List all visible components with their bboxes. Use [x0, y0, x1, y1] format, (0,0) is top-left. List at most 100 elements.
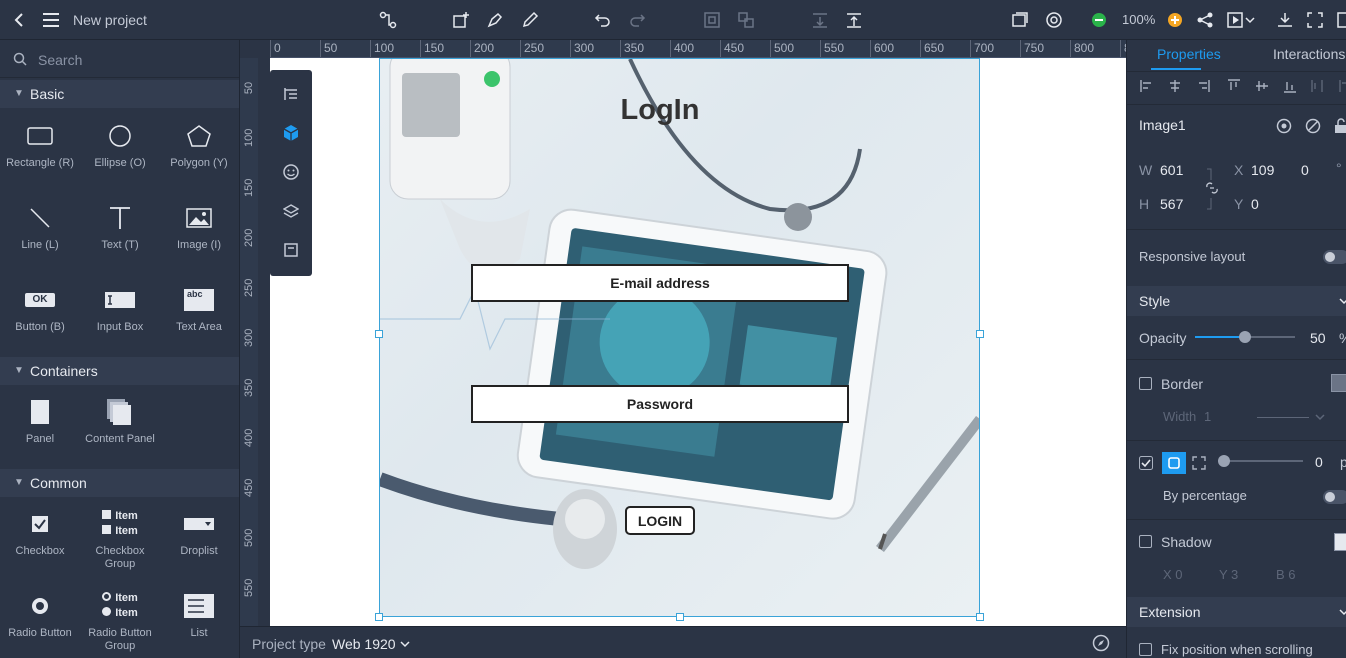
- search-input[interactable]: Search: [38, 52, 82, 68]
- chevron-down-icon[interactable]: [400, 640, 410, 648]
- shadow-checkbox[interactable]: [1139, 535, 1152, 548]
- component-polygon[interactable]: Polygon (Y): [159, 114, 239, 192]
- extension-section[interactable]: Extension: [1127, 597, 1346, 627]
- connector-icon[interactable]: [376, 8, 400, 32]
- shadow-blur-input[interactable]: B 6: [1276, 567, 1296, 582]
- x-input[interactable]: 109: [1251, 162, 1274, 178]
- radius-all-icon[interactable]: [1162, 452, 1186, 474]
- disable-icon[interactable]: [1305, 118, 1321, 134]
- settings-icon[interactable]: [1042, 8, 1066, 32]
- search-bar[interactable]: Search: [0, 40, 239, 78]
- bottom-status-bar: Project type Web 1920: [240, 626, 1126, 658]
- section-common[interactable]: ▼ Common: [0, 469, 239, 497]
- components-cube-icon[interactable]: [279, 121, 303, 145]
- master-icon[interactable]: [279, 238, 303, 262]
- outline-icon[interactable]: [279, 82, 303, 106]
- component-radio-button[interactable]: Radio Button: [0, 584, 80, 658]
- responsive-layout-toggle[interactable]: [1323, 250, 1346, 264]
- style-section[interactable]: Style: [1127, 286, 1346, 316]
- resize-handle-bottom-right[interactable]: [976, 613, 984, 621]
- radius-input[interactable]: 0: [1315, 454, 1323, 470]
- radius-checkbox[interactable]: [1139, 456, 1153, 470]
- component-content-panel[interactable]: Content Panel: [80, 390, 160, 468]
- opacity-slider-thumb[interactable]: [1239, 331, 1251, 343]
- shadow-y-input[interactable]: Y 3: [1219, 567, 1238, 582]
- project-type-select[interactable]: Web 1920: [332, 636, 396, 652]
- component-text[interactable]: Text (T): [80, 196, 160, 274]
- menu-icon[interactable]: [39, 8, 63, 32]
- shadow-color-swatch[interactable]: [1334, 533, 1346, 551]
- visibility-icon[interactable]: [1276, 118, 1292, 134]
- component-checkbox-group[interactable]: Item Item Checkbox Group: [80, 502, 160, 580]
- component-panel[interactable]: Panel: [0, 390, 80, 468]
- radius-each-icon[interactable]: [1192, 456, 1206, 470]
- lock-icon[interactable]: [1334, 118, 1346, 134]
- opacity-slider-track[interactable]: [1195, 331, 1295, 343]
- zoom-in-icon[interactable]: [1163, 8, 1187, 32]
- border-color-swatch[interactable]: [1331, 374, 1346, 392]
- component-droplist[interactable]: Droplist: [159, 502, 239, 580]
- resize-handle-bottom-left[interactable]: [375, 613, 383, 621]
- y-input[interactable]: 0: [1251, 196, 1259, 212]
- share-icon[interactable]: [1193, 8, 1217, 32]
- component-ellipse[interactable]: Ellipse (O): [80, 114, 160, 192]
- zoom-level[interactable]: 100%: [1122, 12, 1155, 27]
- zoom-out-icon[interactable]: [1087, 8, 1111, 32]
- link-ratio-icon[interactable]: [1205, 168, 1219, 210]
- email-field[interactable]: E-mail address: [471, 264, 849, 302]
- component-image[interactable]: Image (I): [159, 196, 239, 274]
- section-basic[interactable]: ▼ Basic: [0, 80, 239, 108]
- width-input[interactable]: 601: [1160, 162, 1183, 178]
- download-icon[interactable]: [1273, 8, 1297, 32]
- radius-slider[interactable]: [1218, 455, 1303, 467]
- component-input-box[interactable]: Input Box: [80, 278, 160, 356]
- chevron-down-icon[interactable]: [1243, 8, 1257, 32]
- component-checkbox[interactable]: Checkbox: [0, 502, 80, 580]
- panel-toggle-icon[interactable]: [1332, 8, 1346, 32]
- emoji-icon[interactable]: [279, 160, 303, 184]
- pencil-icon[interactable]: [518, 8, 542, 32]
- preview-device-icon[interactable]: [1008, 8, 1032, 32]
- component-radio-button-group[interactable]: Item Item Radio Button Group: [80, 584, 160, 658]
- chevron-down-icon[interactable]: [1315, 413, 1325, 421]
- height-input[interactable]: 567: [1160, 196, 1183, 212]
- component-rectangle[interactable]: Rectangle (R): [0, 114, 80, 192]
- fix-position-checkbox[interactable]: [1139, 643, 1152, 656]
- ungroup-icon[interactable]: [734, 8, 758, 32]
- border-width-input[interactable]: 1: [1204, 409, 1211, 424]
- compass-icon[interactable]: [1092, 634, 1110, 652]
- resize-handle-left[interactable]: [375, 330, 383, 338]
- border-checkbox[interactable]: [1139, 377, 1152, 390]
- pen-icon[interactable]: [483, 8, 507, 32]
- component-list[interactable]: List: [159, 584, 239, 658]
- layers-icon[interactable]: [279, 199, 303, 223]
- back-icon[interactable]: [8, 8, 32, 32]
- send-backward-icon[interactable]: [808, 8, 832, 32]
- fullscreen-icon[interactable]: [1303, 8, 1327, 32]
- radius-slider-thumb[interactable]: [1218, 455, 1230, 467]
- opacity-input[interactable]: 50: [1310, 330, 1326, 346]
- group-icon[interactable]: [700, 8, 724, 32]
- component-line[interactable]: Line (L): [0, 196, 80, 274]
- alignment-icons[interactable]: [1139, 78, 1346, 94]
- redo-icon[interactable]: [625, 8, 649, 32]
- rotation-input[interactable]: 0: [1301, 162, 1309, 178]
- add-page-icon[interactable]: [449, 8, 473, 32]
- border-style-select[interactable]: [1257, 417, 1309, 418]
- component-text-area[interactable]: abc Text Area: [159, 278, 239, 356]
- resize-handle-right[interactable]: [976, 330, 984, 338]
- tab-properties[interactable]: Properties: [1157, 46, 1221, 62]
- section-containers[interactable]: ▼ Containers: [0, 357, 239, 385]
- undo-icon[interactable]: [591, 8, 615, 32]
- tab-interactions[interactable]: Interactions: [1273, 46, 1345, 62]
- bring-forward-icon[interactable]: [842, 8, 866, 32]
- login-button[interactable]: LOGIN: [625, 506, 695, 535]
- resize-handle-bottom[interactable]: [676, 613, 684, 621]
- component-button[interactable]: OK Button (B): [0, 278, 80, 356]
- element-name[interactable]: Image1: [1139, 117, 1186, 133]
- project-title[interactable]: New project: [73, 12, 147, 28]
- by-percentage-toggle[interactable]: [1323, 490, 1346, 504]
- component-label: Ellipse (O): [94, 157, 146, 169]
- password-field[interactable]: Password: [471, 385, 849, 423]
- shadow-x-input[interactable]: X 0: [1163, 567, 1183, 582]
